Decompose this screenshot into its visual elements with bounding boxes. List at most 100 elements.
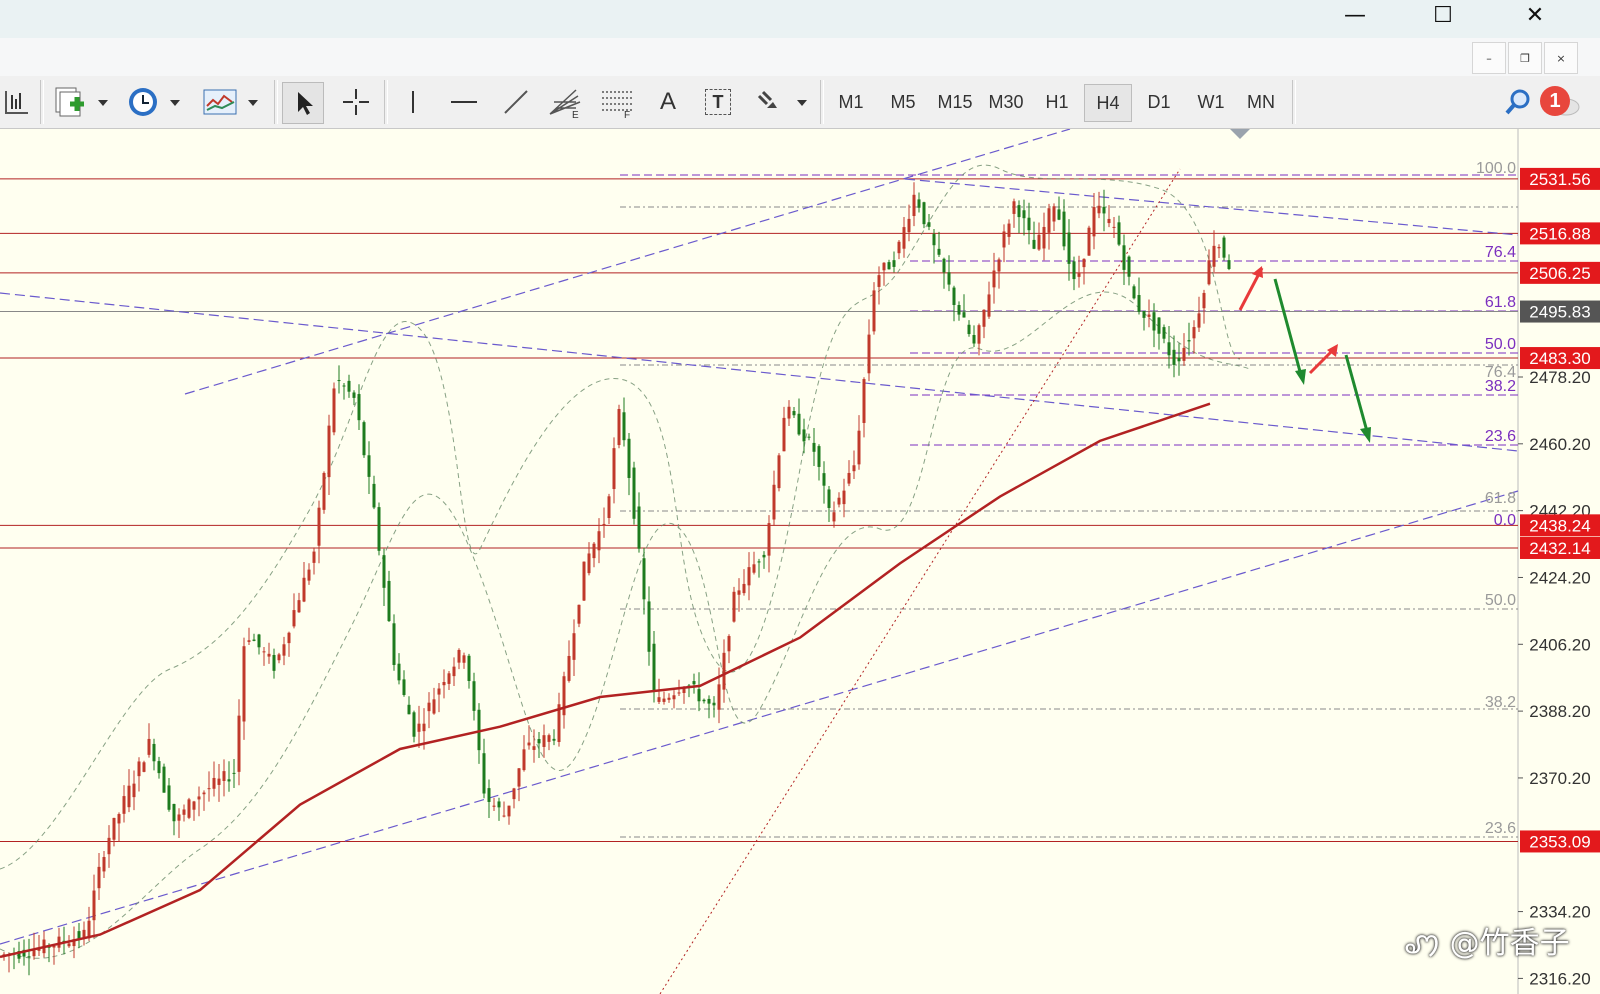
candle-body [912,194,916,217]
timeframe-m15[interactable]: M15 [932,84,978,120]
candle-body [1092,207,1096,237]
candle-body [537,739,541,744]
candle-body [1222,237,1226,258]
candle-body [392,623,396,665]
price-chart[interactable]: 100.0 76.4 61.8 50.0 38.2 23.6 0.0 76.4 … [0,129,1600,994]
fibo-upper-label-76: 76.4 [1485,244,1516,261]
candle-body [1002,231,1006,248]
chart-close-button[interactable]: × [1544,42,1578,74]
price-label-4: 2483.30 [1529,349,1590,368]
candle-body [627,438,631,478]
candle-body [827,489,831,508]
fibo-upper-label-61: 61.8 [1485,294,1516,311]
candle-body [1027,217,1031,231]
chart-restore-button[interactable]: ❐ [1508,42,1542,74]
candle-body [1017,205,1021,218]
timeframe-m5[interactable]: M5 [880,84,926,120]
candle-body [1187,340,1191,342]
candle-body [1077,273,1081,277]
price-label-3: 2495.83 [1529,303,1590,322]
vertical-line-icon[interactable] [396,82,430,122]
indicators-icon[interactable] [200,82,266,122]
candle-body [947,272,951,285]
candle-body [127,785,131,808]
close-button[interactable]: ✕ [1512,0,1558,30]
candle-body [1007,223,1011,237]
candle-body [882,262,886,271]
fibonacci-retracement-icon[interactable]: F [596,82,640,122]
candle-body [382,555,386,588]
candle-body [612,448,616,490]
candle-body [887,262,891,270]
candle-body [292,610,296,627]
candle-body [897,241,901,254]
text-tool-button[interactable]: A [650,82,686,122]
fibonacci-fan-icon[interactable]: E [544,82,588,122]
candle-body [772,484,776,520]
candle-body [732,591,736,622]
candle-body [372,483,376,508]
candle-body [1182,347,1186,361]
search-icon[interactable] [1500,82,1536,122]
candle-body [1047,208,1051,233]
timeframe-m30[interactable]: M30 [983,84,1029,120]
candle-body [932,234,936,246]
candle-body [1032,239,1036,249]
minimize-button[interactable]: — [1332,0,1378,30]
candle-body [1057,209,1061,220]
candle-body [617,409,621,446]
crosshair-bars-icon[interactable] [0,82,34,122]
candle-body [567,655,571,681]
text-label-tool-label: T [705,89,731,115]
chart-minimize-button[interactable]: – [1472,42,1506,74]
timeframe-d1[interactable]: D1 [1136,84,1182,120]
candle-body [937,248,941,255]
timeframe-h4[interactable]: H4 [1084,84,1132,122]
candle-body [637,506,641,549]
fibo-lower-label-50: 50.0 [1485,592,1516,609]
candle-body [737,590,741,595]
timeframe-mn[interactable]: MN [1238,84,1284,120]
history-clock-icon[interactable] [124,82,184,122]
candle-body [857,430,861,465]
candle-body [1117,222,1121,245]
candle-body [572,633,576,660]
candle-body [587,553,591,574]
candle-body [727,636,731,652]
timeframe-m1[interactable]: M1 [828,84,874,120]
timeframe-h1[interactable]: H1 [1034,84,1080,120]
notification-badge[interactable]: 1 [1540,86,1570,116]
toolbar-separator [40,80,44,124]
candle-body [962,312,966,318]
candle-body [222,771,226,781]
timeframe-w1[interactable]: W1 [1188,84,1234,120]
text-label-tool-button[interactable]: T [698,82,738,122]
trend-line-icon[interactable] [496,82,536,122]
candle-body [332,388,336,433]
candle-body [642,558,646,600]
horizontal-line-icon[interactable] [444,82,484,122]
maximize-button[interactable]: ☐ [1420,0,1466,30]
candle-body [662,698,666,702]
candle-body [647,601,651,652]
candle-body [677,692,681,694]
toolbar-separator [274,80,278,124]
new-chart-icon[interactable] [52,82,112,122]
candle-body [577,604,581,624]
cursor-icon[interactable] [282,82,324,124]
arrow-tools-icon[interactable] [750,82,812,122]
candle-body [1082,258,1086,268]
candle-body [277,654,281,661]
candle-body [967,324,971,335]
candle-body [872,290,876,332]
candle-body [367,455,371,477]
price-label-2: 2506.25 [1529,264,1590,283]
candle-body [1112,226,1116,228]
candle-body [1102,206,1106,214]
crosshair-icon[interactable] [336,82,376,122]
candle-body [1142,310,1146,318]
candle-body [437,688,441,695]
candle-body [987,294,991,317]
candle-body [112,817,116,840]
candle-body [1012,201,1016,214]
